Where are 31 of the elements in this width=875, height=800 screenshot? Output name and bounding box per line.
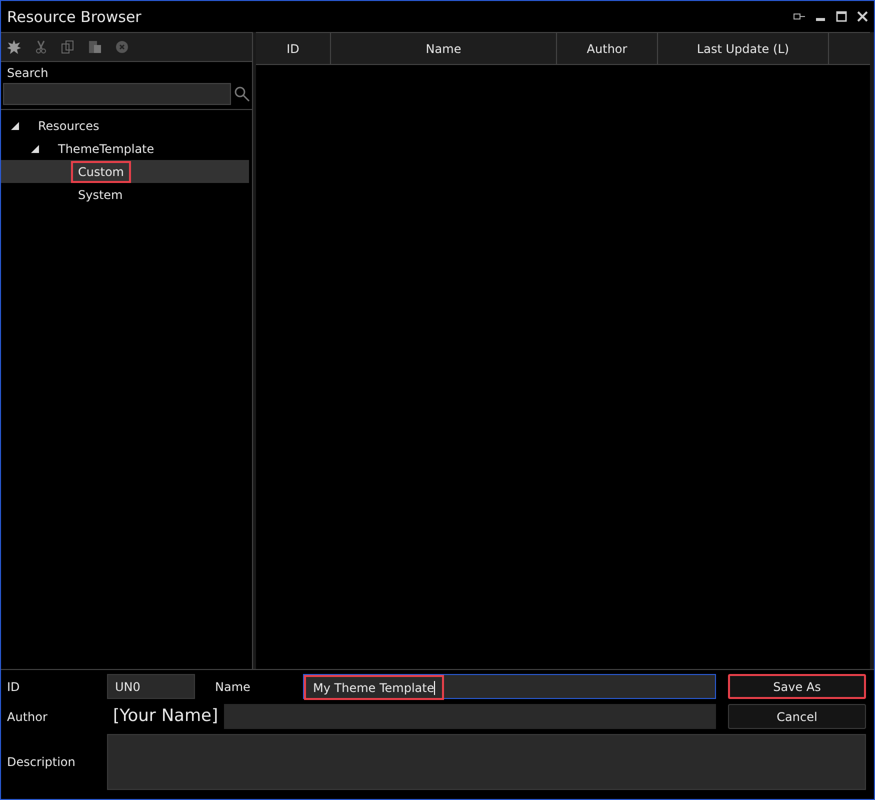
- maximize-icon[interactable]: [836, 11, 847, 22]
- column-header[interactable]: Name: [331, 33, 557, 64]
- expanded-icon[interactable]: [31, 144, 39, 152]
- tree-item[interactable]: System: [1, 183, 249, 206]
- cut-icon[interactable]: [34, 40, 48, 54]
- close-icon[interactable]: [857, 11, 868, 22]
- description-label: Description: [7, 755, 76, 769]
- paste-icon[interactable]: [88, 40, 102, 54]
- window-title: Resource Browser: [7, 8, 142, 26]
- tree-item[interactable]: ThemeTemplate: [1, 137, 249, 160]
- id-label: ID: [7, 680, 21, 694]
- pin-icon[interactable]: [793, 12, 805, 20]
- description-field[interactable]: [107, 734, 866, 790]
- new-icon[interactable]: [7, 40, 21, 54]
- cancel-button[interactable]: Cancel: [728, 704, 866, 729]
- save-as-button[interactable]: Save As: [728, 674, 866, 699]
- column-header[interactable]: ID: [256, 33, 331, 64]
- author-label: Author: [7, 710, 48, 724]
- id-field[interactable]: UN0: [107, 674, 195, 699]
- name-label: Name: [214, 680, 252, 694]
- search-label: Search: [7, 66, 50, 80]
- author-field[interactable]: [Your Name]: [107, 704, 716, 729]
- tree-item[interactable]: Custom: [1, 160, 249, 183]
- tree-item[interactable]: Resources: [1, 114, 249, 137]
- search-icon[interactable]: [234, 86, 250, 102]
- column-header[interactable]: Last Update (L): [658, 33, 829, 64]
- expanded-icon[interactable]: [11, 122, 19, 130]
- search-field[interactable]: [3, 83, 231, 105]
- name-field[interactable]: My Theme Template: [304, 675, 444, 700]
- copy-icon[interactable]: [61, 40, 75, 54]
- column-header[interactable]: Author: [557, 33, 658, 64]
